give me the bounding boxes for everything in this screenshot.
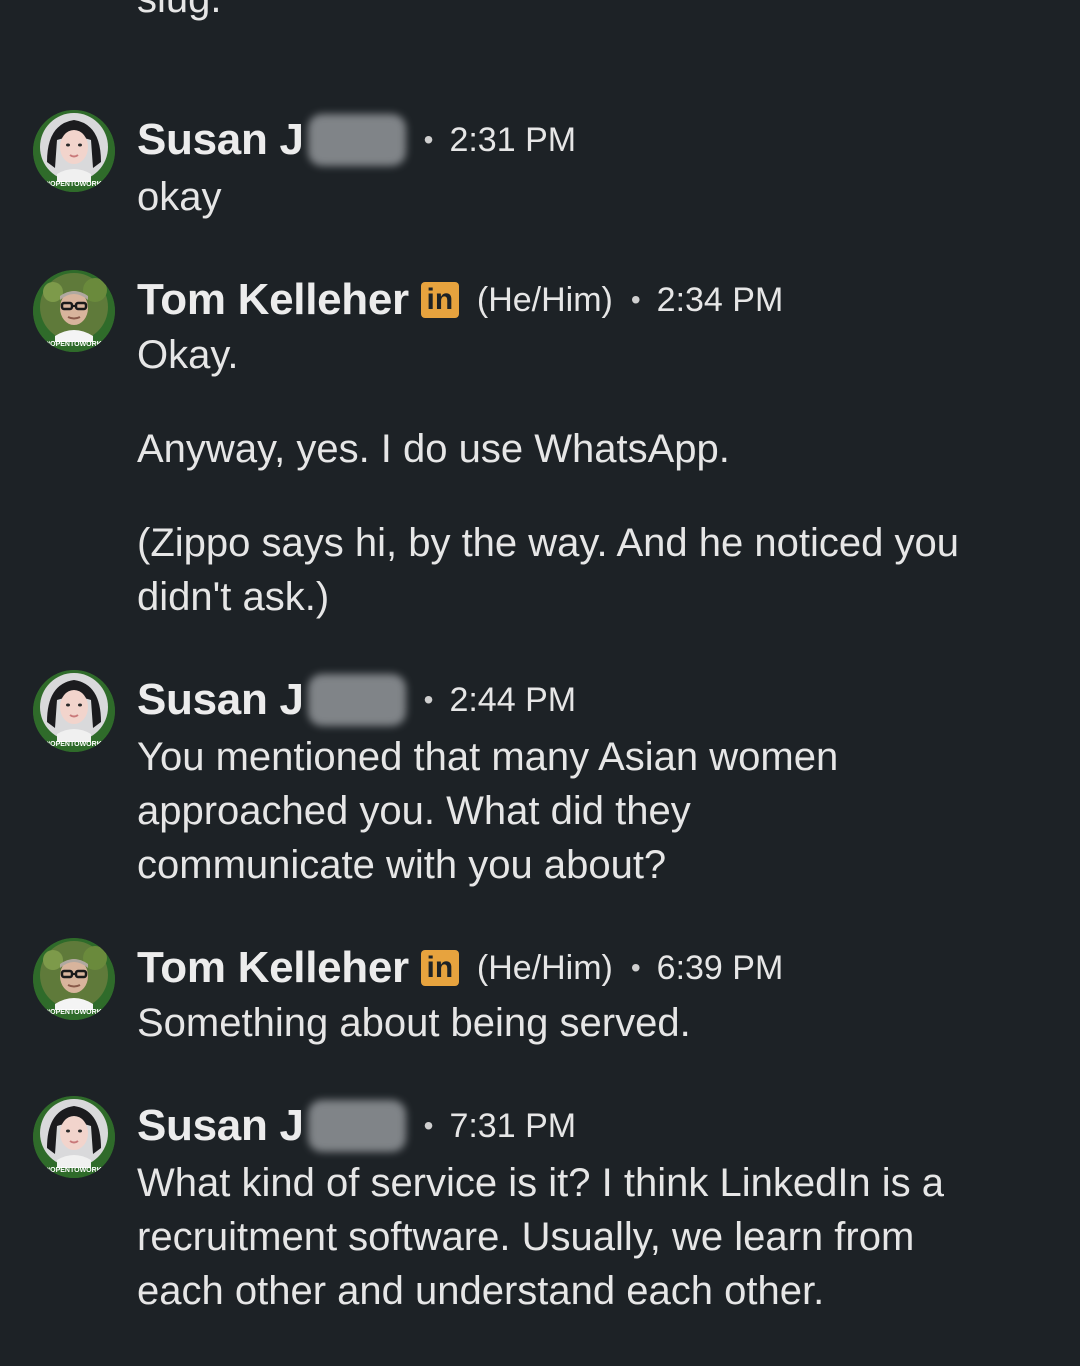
svg-text:#OPENTOWORK: #OPENTOWORK — [46, 1009, 102, 1016]
svg-text:#OPENTOWORK: #OPENTOWORK — [46, 341, 102, 348]
message-time: 2:34 PM — [656, 280, 784, 319]
sender-name[interactable]: Susan J — [137, 115, 304, 165]
separator-dot: • — [423, 1110, 434, 1141]
separator-dot: • — [630, 284, 641, 315]
redacted-surname — [307, 114, 406, 166]
message-time: 2:31 PM — [449, 120, 577, 159]
message-text: You mentioned that many Asian women appr… — [137, 735, 839, 887]
message-text: What kind of service is it? I think Link… — [137, 1161, 945, 1313]
message-body: okay — [137, 170, 1037, 224]
message-time: 2:44 PM — [449, 680, 577, 719]
separator-dot: • — [423, 684, 434, 715]
avatar[interactable]: #OPENTOWORK — [33, 1096, 115, 1178]
sender-name[interactable]: Tom Kelleher — [137, 943, 409, 993]
message-text: Anyway, yes. I do use WhatsApp. — [137, 427, 730, 471]
svg-text:#OPENTOWORK: #OPENTOWORK — [46, 741, 102, 748]
message-header: Susan J • 7:31 PM — [137, 1096, 576, 1156]
redacted-surname — [307, 674, 406, 726]
message-body: What kind of service is it? I think Link… — [137, 1156, 997, 1318]
conversation-thread: slug. #OPENTOWORK Susan J • 2:31 PM okay — [0, 0, 1080, 1366]
message-body: You mentioned that many Asian women appr… — [137, 730, 937, 892]
avatar[interactable]: #OPENTOWORK — [33, 270, 115, 352]
message-time: 6:39 PM — [656, 948, 784, 987]
message-time: 7:31 PM — [449, 1106, 577, 1145]
sender-name[interactable]: Susan J — [137, 1101, 304, 1151]
redacted-surname — [307, 1100, 406, 1152]
avatar[interactable]: #OPENTOWORK — [33, 670, 115, 752]
message-body: Okay. Anyway, yes. I do use WhatsApp. (Z… — [137, 328, 1037, 624]
separator-dot: • — [630, 952, 641, 983]
message-text: Okay. — [137, 333, 239, 377]
separator-dot: • — [423, 124, 434, 155]
message-text: okay — [137, 175, 222, 219]
message-header: Susan J • 2:44 PM — [137, 670, 576, 730]
svg-text:#OPENTOWORK: #OPENTOWORK — [46, 1167, 102, 1174]
message-body: Something about being served. — [137, 996, 1037, 1050]
previous-message-fragment: slug. — [137, 0, 222, 26]
linkedin-premium-icon: in — [420, 282, 459, 318]
message-text: Something about being served. — [137, 1001, 691, 1045]
message-header: Tom Kelleher in (He/Him) • 6:39 PM — [137, 938, 783, 998]
linkedin-premium-icon: in — [420, 950, 459, 986]
message-header: Susan J • 2:31 PM — [137, 110, 576, 170]
message-header: Tom Kelleher in (He/Him) • 2:34 PM — [137, 270, 783, 330]
sender-name[interactable]: Tom Kelleher — [137, 275, 409, 325]
message-text: (Zippo says hi, by the way. And he notic… — [137, 521, 959, 619]
pronouns: (He/Him) — [476, 280, 613, 319]
svg-text:#OPENTOWORK: #OPENTOWORK — [46, 181, 102, 188]
sender-name[interactable]: Susan J — [137, 675, 304, 725]
pronouns: (He/Him) — [476, 948, 613, 987]
avatar[interactable]: #OPENTOWORK — [33, 938, 115, 1020]
avatar[interactable]: #OPENTOWORK — [33, 110, 115, 192]
